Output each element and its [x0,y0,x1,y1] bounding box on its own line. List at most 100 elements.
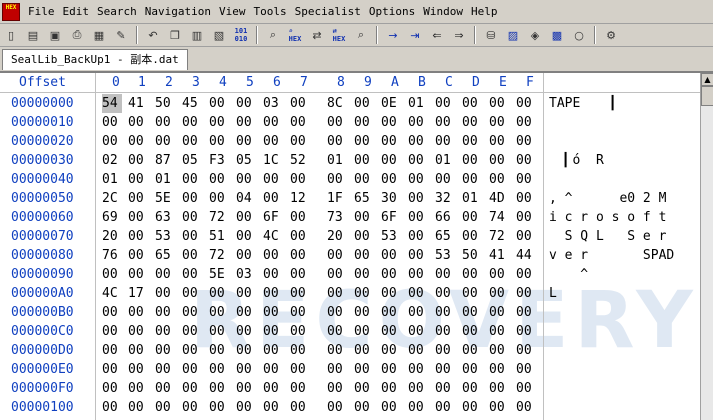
hex-byte[interactable]: 00 [236,246,256,265]
replace-icon[interactable]: ⇄ [307,25,327,45]
hex-byte[interactable]: 00 [182,398,202,417]
hex-byte[interactable]: 00 [102,113,122,132]
hex-byte[interactable]: 50 [155,94,175,113]
hex-byte[interactable]: 00 [435,341,455,360]
hex-byte[interactable]: 00 [263,398,283,417]
hex-byte[interactable]: 00 [128,322,148,341]
hex-byte[interactable]: 41 [489,246,509,265]
hex-byte[interactable]: 00 [516,208,536,227]
hex-byte[interactable]: 4D [489,189,509,208]
hex-byte[interactable]: 00 [236,284,256,303]
hex-byte[interactable]: 00 [182,246,202,265]
hex-byte[interactable]: 00 [408,189,428,208]
hex-byte[interactable]: 00 [182,265,202,284]
hex-editor[interactable]: RECOVERY Offset 0123456789ABCDEF 0000000… [0,73,700,420]
hex-byte[interactable]: 01 [435,151,455,170]
hex-byte[interactable]: 00 [155,265,175,284]
hex-byte[interactable]: 00 [354,360,374,379]
hex-byte[interactable]: 00 [516,170,536,189]
find-next-icon[interactable]: ⌕ [351,25,371,45]
hex-byte[interactable]: 00 [290,303,310,322]
hex-byte[interactable]: 00 [236,303,256,322]
hex-byte[interactable]: 00 [462,379,482,398]
hex-byte[interactable]: 00 [462,170,482,189]
hex-byte[interactable]: 00 [408,360,428,379]
hex-byte[interactable]: 00 [290,113,310,132]
hex-byte[interactable]: 72 [209,246,229,265]
hex-byte[interactable]: 00 [354,132,374,151]
hex-byte[interactable]: 00 [209,379,229,398]
hex-byte[interactable]: 00 [128,151,148,170]
hex-byte[interactable]: 00 [236,170,256,189]
hex-byte[interactable]: 00 [435,170,455,189]
hex-row[interactable]: 00000060 69 00 63 00 72 00 6F 00 73 00 6F 00 66 00 74 00… [0,208,700,227]
hex-byte[interactable]: 00 [408,303,428,322]
hex-byte[interactable]: 00 [516,94,536,113]
hex-byte[interactable]: 00 [435,398,455,417]
hex-byte[interactable]: 87 [155,151,175,170]
hex-byte[interactable]: 00 [381,113,401,132]
hex-byte[interactable]: 65 [354,189,374,208]
hex-byte[interactable]: 00 [182,132,202,151]
hex-byte[interactable]: 00 [102,303,122,322]
hex-byte[interactable]: 00 [381,341,401,360]
hex-byte[interactable]: 00 [381,265,401,284]
hex-byte[interactable]: 00 [263,379,283,398]
find-hex-icon[interactable]: ⌕ HEX [285,25,305,45]
hex-byte[interactable]: 00 [290,94,310,113]
hex-byte[interactable]: 00 [182,227,202,246]
hex-byte[interactable]: 5E [155,189,175,208]
hex-byte[interactable]: 00 [182,284,202,303]
hex-byte[interactable]: 00 [209,303,229,322]
hex-byte[interactable]: 00 [155,379,175,398]
hex-byte[interactable]: 04 [236,189,256,208]
hex-byte[interactable]: 00 [408,246,428,265]
hex-byte[interactable]: 00 [128,208,148,227]
hex-byte[interactable]: F3 [209,151,229,170]
hex-byte[interactable]: 00 [354,303,374,322]
row-text[interactable]: S Q L S e r [549,227,667,246]
hex-byte[interactable]: 00 [435,265,455,284]
hex-row[interactable]: 000000B0 00 00 00 00 00 00 00 00 00 00 00 00 00 00 00 00 [0,303,700,322]
settings-icon[interactable]: ⚙ [601,25,621,45]
hex-byte[interactable]: 73 [327,208,347,227]
hex-byte[interactable]: 65 [435,227,455,246]
hex-byte[interactable]: 00 [155,303,175,322]
search-lens-icon[interactable]: ○ [569,25,589,45]
menu-view[interactable]: View [215,0,250,23]
hex-row[interactable]: 000000D0 00 00 00 00 00 00 00 00 00 00 00 00 00 00 00 00 [0,341,700,360]
hex-byte[interactable]: 1F [327,189,347,208]
hex-byte[interactable]: 00 [209,322,229,341]
hex-byte[interactable]: 00 [327,360,347,379]
hex-row[interactable]: 00000030 02 00 87 05 F3 05 1C 52 01 00 00 00 01 00 00 00… [0,151,700,170]
hex-byte[interactable]: 01 [408,94,428,113]
hex-row[interactable]: 000000F0 00 00 00 00 00 00 00 00 00 00 00 00 00 00 00 00 [0,379,700,398]
hex-byte[interactable]: 00 [354,246,374,265]
menu-window[interactable]: Window [419,0,467,23]
hex-byte[interactable]: 00 [102,360,122,379]
hex-row[interactable]: 00000040 01 00 01 00 00 00 00 00 00 00 00 00 00 00 00 00 [0,170,700,189]
hex-byte[interactable]: 54 [102,94,122,113]
hex-row[interactable]: 000000A0 4C 17 00 00 00 00 00 00 00 00 00 00 00 00 00 00… [0,284,700,303]
hex-byte[interactable]: 00 [408,322,428,341]
hex-byte[interactable]: 2C [102,189,122,208]
hex-byte[interactable]: 00 [516,360,536,379]
hex-byte[interactable]: 00 [209,113,229,132]
hex-byte[interactable]: 00 [327,341,347,360]
hex-byte[interactable]: 00 [209,94,229,113]
hex-byte[interactable]: 00 [128,360,148,379]
hex-byte[interactable]: 00 [516,303,536,322]
scroll-thumb[interactable] [701,86,713,106]
hex-byte[interactable]: 00 [354,398,374,417]
hex-byte[interactable]: 69 [102,208,122,227]
menu-search[interactable]: Search [93,0,141,23]
paste-icon[interactable]: ▥ [187,25,207,45]
hex-byte[interactable]: 00 [290,227,310,246]
hex-byte[interactable]: 00 [435,132,455,151]
hex-byte[interactable]: 00 [354,284,374,303]
hex-byte[interactable]: 72 [209,208,229,227]
hex-byte[interactable]: 05 [236,151,256,170]
hex-byte[interactable]: 00 [182,208,202,227]
hex-byte[interactable]: 00 [381,170,401,189]
hex-byte[interactable]: 00 [290,170,310,189]
